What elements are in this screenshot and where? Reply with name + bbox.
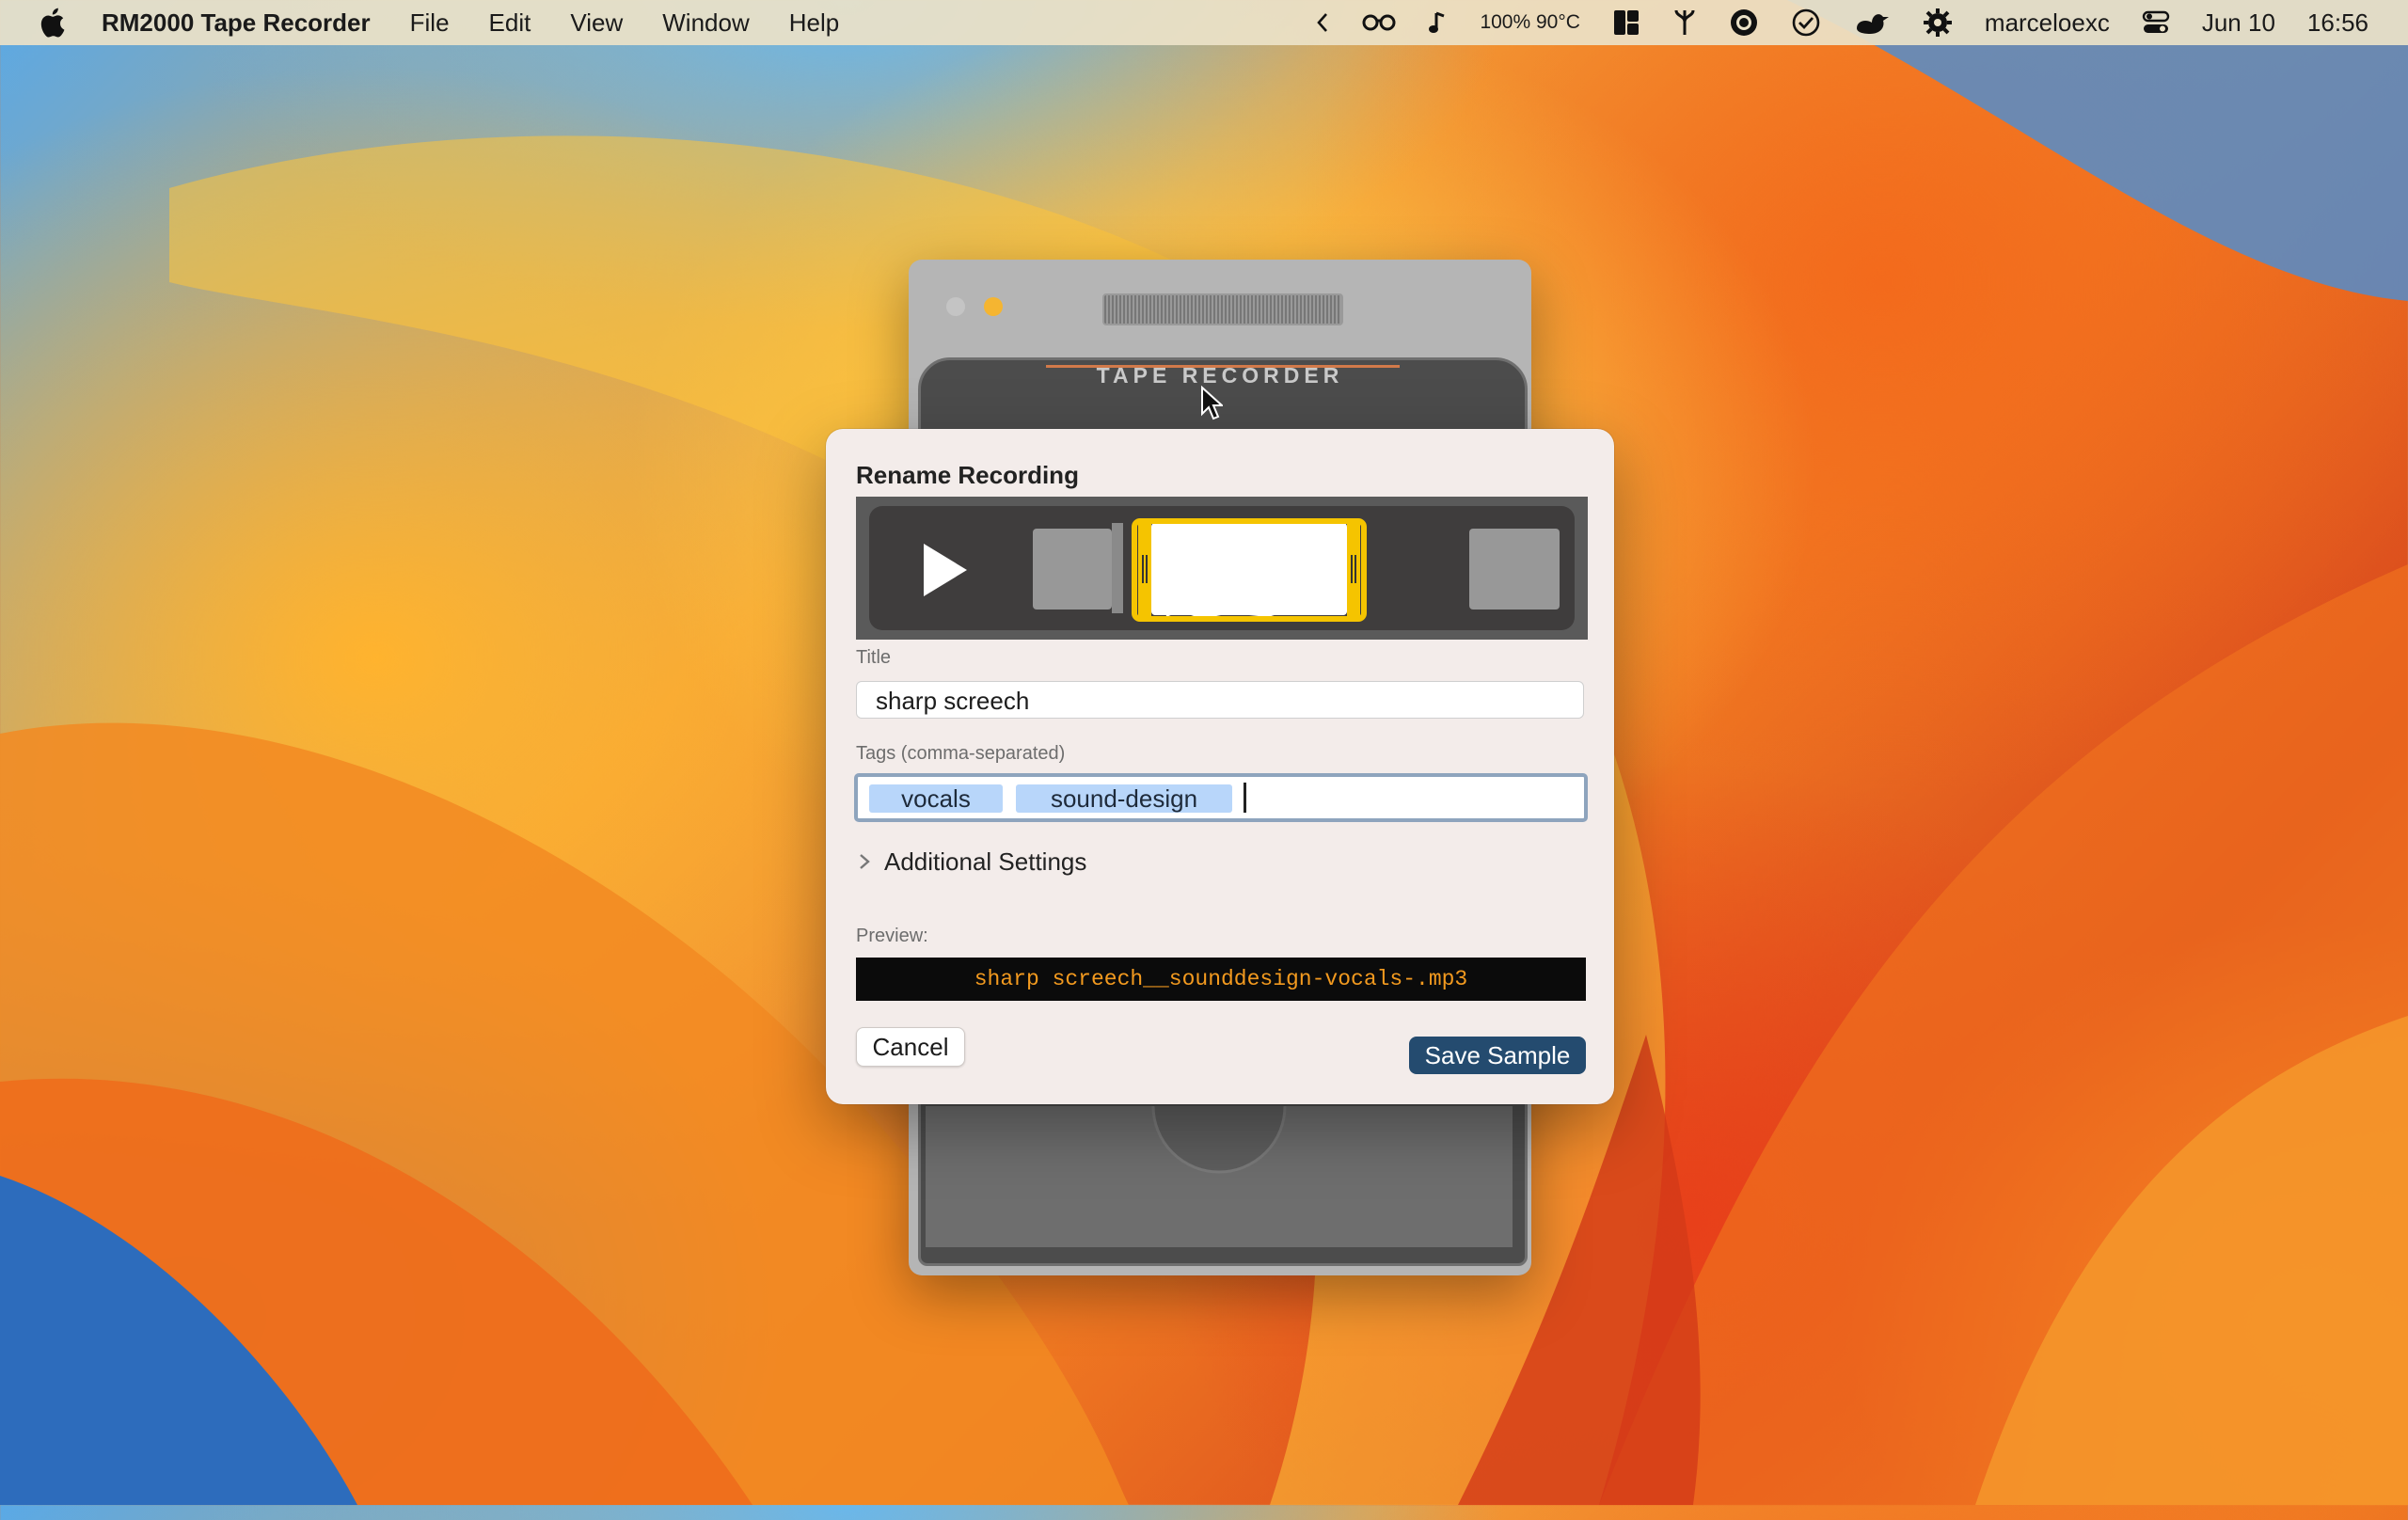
tag-token[interactable]: sound-design: [1016, 784, 1232, 813]
control-center-icon[interactable]: [2142, 10, 2170, 35]
cursor-icon: [1201, 386, 1223, 420]
recorder-brand-label: TAPE RECORDER: [1096, 363, 1344, 388]
trim-handle-left[interactable]: [1138, 521, 1151, 619]
tags-field-label: Tags (comma-separated): [856, 743, 1066, 764]
additional-settings-disclosure[interactable]: Additional Settings: [856, 845, 1086, 879]
menu-help[interactable]: Help: [789, 8, 839, 38]
recorder-lower-panel: [926, 1106, 1513, 1247]
duck-icon[interactable]: [1853, 8, 1891, 38]
record-icon[interactable]: [1729, 8, 1759, 38]
glasses-icon[interactable]: [1361, 12, 1397, 33]
title-field-label: Title: [856, 647, 892, 668]
menubar-date[interactable]: Jun 10: [2202, 8, 2275, 38]
menu-view[interactable]: View: [570, 8, 623, 38]
save-sample-button[interactable]: Save Sample: [1409, 1037, 1586, 1074]
tag-token[interactable]: vocals: [869, 784, 1003, 813]
tags-input[interactable]: vocals sound-design: [854, 773, 1588, 822]
menu-file[interactable]: File: [410, 8, 450, 38]
status-readout[interactable]: 100% 90°C: [1480, 11, 1579, 34]
cancel-button[interactable]: Cancel: [856, 1027, 965, 1067]
speaker-grille: [1102, 293, 1343, 325]
window-minimize-button[interactable]: [984, 297, 1003, 316]
menubar-time[interactable]: 16:56: [2307, 8, 2368, 38]
text-caret: [1244, 783, 1246, 813]
checkmark-icon[interactable]: [1791, 8, 1821, 38]
layout-icon[interactable]: [1612, 8, 1640, 37]
music-note-icon[interactable]: [1429, 9, 1448, 36]
apple-icon[interactable]: [38, 7, 66, 39]
window-close-button[interactable]: [946, 297, 965, 316]
trim-handle-right[interactable]: [1347, 521, 1360, 619]
dialog-title: Rename Recording: [856, 461, 1079, 489]
chevron-left-icon[interactable]: [1316, 11, 1329, 34]
username-menu[interactable]: marceloexc: [1985, 8, 2110, 38]
menu-bar: RM2000 Tape Recorder File Edit View Wind…: [0, 0, 2408, 45]
filename-preview: sharp screech__sounddesign-vocals-.mp3: [856, 958, 1586, 1001]
title-input[interactable]: sharp screech: [856, 681, 1584, 719]
additional-settings-label: Additional Settings: [884, 847, 1087, 876]
menu-window[interactable]: Window: [662, 8, 749, 38]
chevron-right-icon: [860, 854, 870, 869]
waveform-editor: [856, 497, 1588, 640]
rename-recording-dialog: Rename Recording Title sharp screech Tag…: [826, 429, 1614, 1104]
menu-edit[interactable]: Edit: [489, 8, 531, 38]
gear-icon[interactable]: [1923, 8, 1953, 38]
fork-icon[interactable]: [1672, 8, 1697, 37]
preview-label: Preview:: [856, 926, 928, 946]
app-name-menu[interactable]: RM2000 Tape Recorder: [102, 8, 371, 38]
waveform-trim: [1033, 518, 1560, 622]
